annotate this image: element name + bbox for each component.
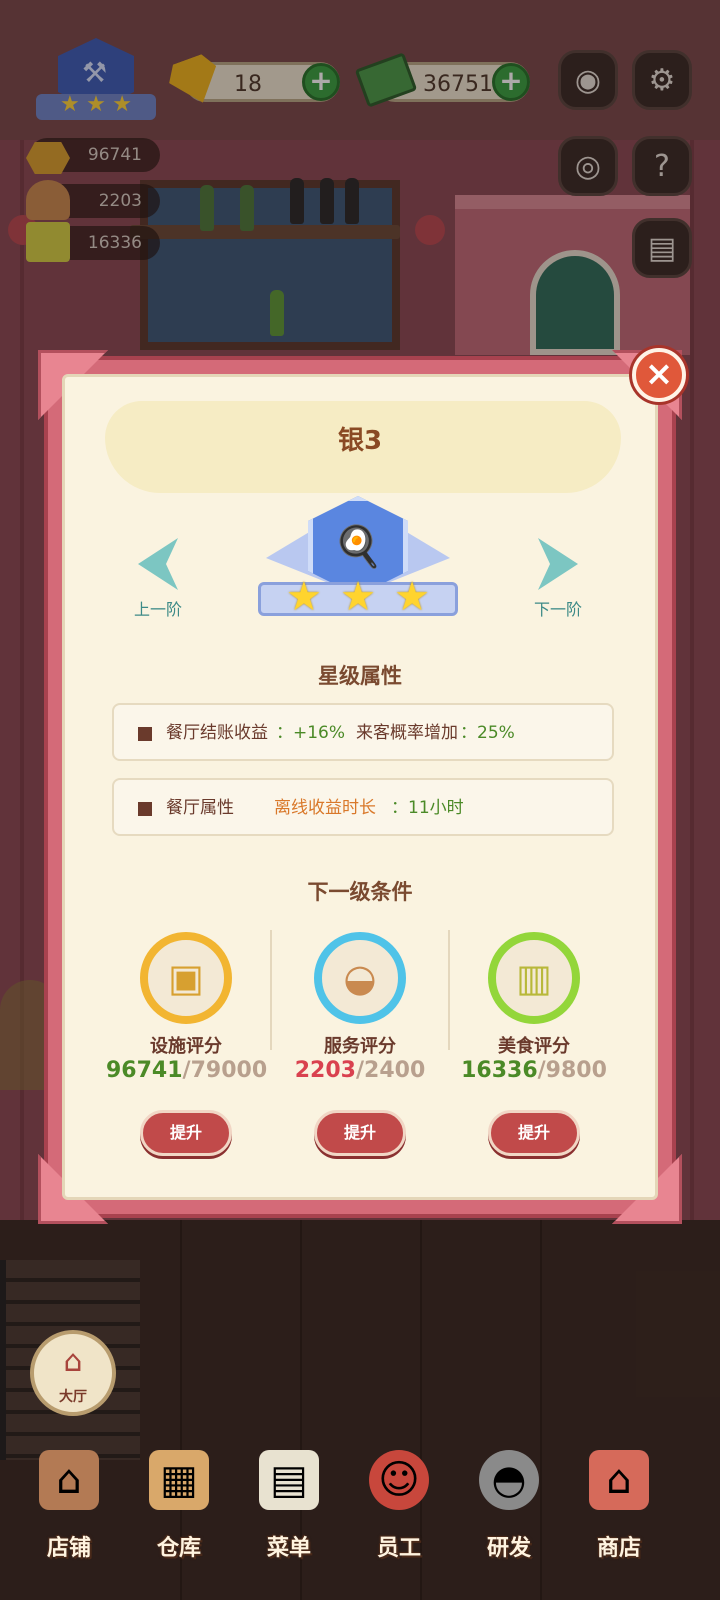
- hall-button[interactable]: ⌂ 大厅: [30, 1330, 116, 1416]
- tab-label: 商店: [596, 1536, 641, 1561]
- recipe-book-icon: ▥: [516, 956, 552, 1000]
- property-row: 餐厅属性 离线收益时长 ：11小时: [112, 778, 614, 836]
- cooking-pot-icon: ◓: [479, 1450, 539, 1510]
- bottom-nav: ⌂ 店铺 ▦ 仓库 ▤ 菜单 ☺ 员工 ◓ 研发 ⌂ 商店: [0, 1450, 720, 1600]
- requirement-progress: 96741/79000: [106, 1058, 268, 1083]
- property-value: ：11小时: [391, 798, 464, 818]
- silver-rank-badge: 🍳 ★ ★ ★: [258, 496, 458, 636]
- property-value: 离线收益时长: [274, 798, 376, 818]
- tab-label: 仓库: [156, 1536, 201, 1561]
- next-rank-button[interactable]: 下一阶: [518, 538, 598, 628]
- requirement-label: 设施评分: [150, 1036, 222, 1057]
- tab-store[interactable]: ⌂ 店铺: [14, 1450, 124, 1600]
- column-divider: [270, 930, 272, 1050]
- tab-warehouse[interactable]: ▦ 仓库: [124, 1450, 234, 1600]
- property-value: ：25%: [460, 723, 515, 743]
- progress-ring: ▣: [140, 932, 232, 1024]
- tab-label: 员工: [376, 1536, 421, 1561]
- bullet-square: [138, 727, 152, 741]
- facility-icon: ▣: [168, 956, 204, 1000]
- food-requirement: ▥ 美食评分 16336/9800 提升: [454, 932, 614, 1156]
- requirement-label: 美食评分: [498, 1036, 570, 1057]
- shop-icon: ⌂: [589, 1450, 649, 1510]
- target-score: /9800: [537, 1058, 607, 1083]
- rank-stars: ★ ★ ★: [286, 574, 430, 620]
- clipboard-icon: ▤: [259, 1450, 319, 1510]
- target-score: /2400: [355, 1058, 426, 1083]
- current-score: 96741: [106, 1058, 183, 1083]
- tab-label: 研发: [486, 1536, 531, 1561]
- star-attributes-title: 星级属性: [318, 664, 402, 688]
- service-requirement: ◒ 服务评分 2203/2400 提升: [280, 932, 440, 1156]
- property-row: 餐厅结账收益 ：+16% 来客概率增加 ：25%: [112, 703, 614, 761]
- tab-label: 店铺: [46, 1536, 91, 1561]
- tab-menu[interactable]: ▤ 菜单: [234, 1450, 344, 1600]
- storefront-icon: ⌂: [39, 1450, 99, 1510]
- house-icon: ⌂: [63, 1344, 83, 1379]
- boxes-icon: ▦: [149, 1450, 209, 1510]
- requirement-progress: 16336/9800: [454, 1058, 614, 1083]
- tab-staff[interactable]: ☺ 员工: [344, 1450, 454, 1600]
- property-value: ：+16%: [276, 723, 346, 743]
- target-score: /79000: [182, 1058, 268, 1083]
- close-icon: ×: [644, 354, 674, 394]
- previous-rank-button[interactable]: 上一阶: [118, 538, 198, 628]
- tab-shop[interactable]: ⌂ 商店: [564, 1450, 674, 1600]
- property-label: 餐厅属性: [166, 798, 234, 818]
- tab-research[interactable]: ◓ 研发: [454, 1450, 564, 1600]
- upgrade-button[interactable]: 提升: [140, 1110, 232, 1156]
- pan-icon: 🍳: [333, 524, 383, 570]
- column-divider: [448, 930, 450, 1050]
- chevron-left-icon: [138, 538, 178, 590]
- requirement-label: 服务评分: [324, 1036, 396, 1057]
- progress-ring: ◒: [314, 932, 406, 1024]
- property-label: 来客概率增加: [356, 723, 458, 743]
- facility-requirement: ▣ 设施评分 96741/79000 提升: [106, 932, 268, 1156]
- next-rank-label: 下一阶: [533, 600, 582, 619]
- current-score: 16336: [461, 1058, 538, 1083]
- cloche-icon: ◒: [343, 956, 377, 1000]
- tab-label: 菜单: [266, 1536, 311, 1561]
- property-label: 餐厅结账收益: [166, 723, 268, 743]
- bullet-square: [138, 802, 152, 816]
- requirement-progress: 2203/2400: [280, 1058, 440, 1083]
- chevron-right-icon: [538, 538, 578, 590]
- upgrade-button[interactable]: 提升: [488, 1110, 580, 1156]
- rank-title: 银3: [337, 426, 383, 456]
- hall-label: 大厅: [59, 1389, 87, 1405]
- next-level-conditions-title: 下一级条件: [307, 880, 413, 904]
- chef-icon: ☺: [369, 1450, 429, 1510]
- current-score: 2203: [294, 1058, 356, 1083]
- progress-ring: ▥: [488, 932, 580, 1024]
- close-button[interactable]: ×: [632, 348, 686, 402]
- upgrade-button[interactable]: 提升: [314, 1110, 406, 1156]
- previous-rank-label: 上一阶: [133, 600, 182, 619]
